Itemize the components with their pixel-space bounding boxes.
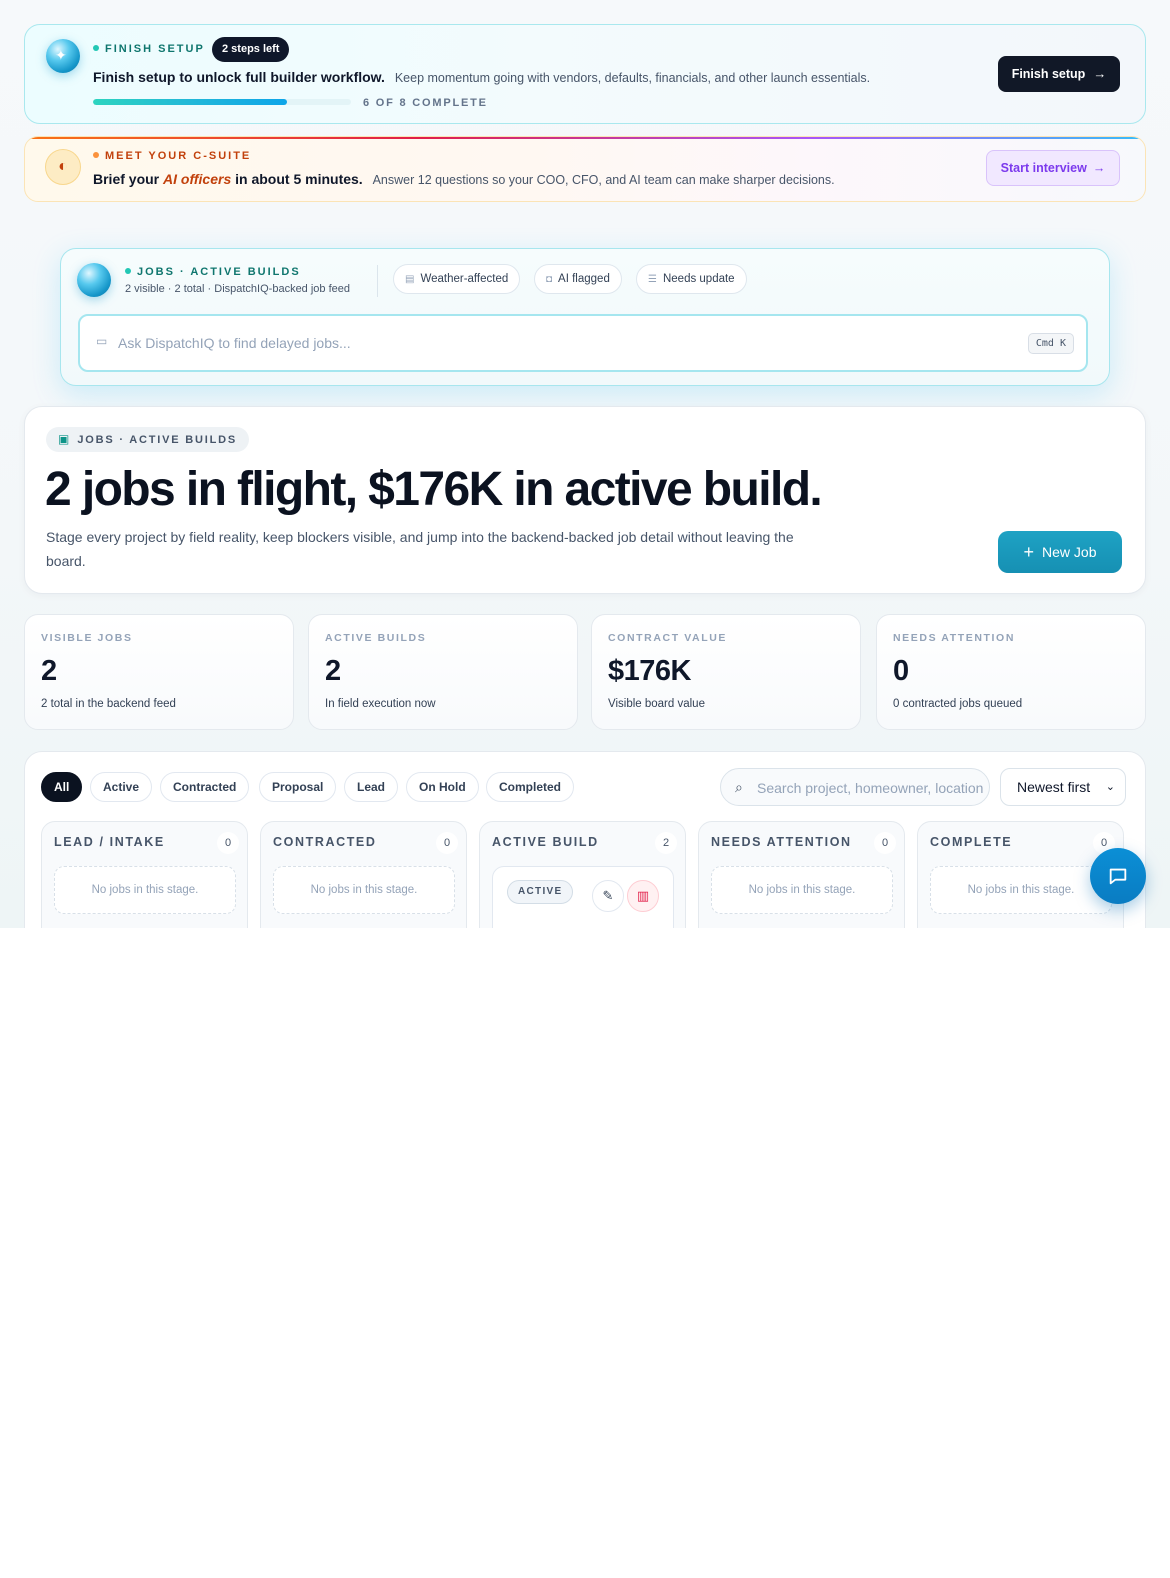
arrow-right-icon: → <box>1092 161 1106 175</box>
stat-visible-jobs: VISIBLE JOBS 2 2 total in the backend fe… <box>24 614 294 730</box>
filter-all[interactable]: All <box>41 772 83 802</box>
dispatchiq-ask-input[interactable]: ▭ Ask DispatchIQ to find delayed jobs...… <box>78 314 1088 372</box>
chip-weather-affected[interactable]: ▤ Weather-affected <box>393 264 521 294</box>
dispatchiq-command-bar: JOBS · ACTIVE BUILDS 2 visible · 2 total… <box>60 248 1110 386</box>
sort-select[interactable]: Newest first ⌄ <box>1000 768 1126 806</box>
setup-progress-fill <box>93 99 287 105</box>
new-job-button[interactable]: + New Job <box>998 531 1122 573</box>
app-viewport: ✦ FINISH SETUP 2 steps left Finish setup… <box>0 0 1170 928</box>
setup-message: Finish setup to unlock full builder work… <box>93 69 870 85</box>
status-dot <box>125 268 131 274</box>
column-count: 0 <box>874 832 896 854</box>
chip-needs-update[interactable]: ☰ Needs update <box>636 264 747 294</box>
column-count: 0 <box>217 832 239 854</box>
command-bar-subtitle: 2 visible · 2 total · DispatchIQ-backed … <box>125 283 351 295</box>
csuite-detail: Answer 12 questions so your COO, CFO, an… <box>372 173 835 187</box>
finish-setup-banner: ✦ FINISH SETUP 2 steps left Finish setup… <box>24 24 1146 124</box>
finish-setup-button[interactable]: Finish setup → <box>998 56 1120 92</box>
chevron-down-icon: ⌄ <box>1105 781 1115 793</box>
chat-fab-button[interactable] <box>1090 848 1146 904</box>
csuite-message: Brief your AI officers in about 5 minute… <box>93 171 835 187</box>
stat-needs-attention: NEEDS ATTENTION 0 0 contracted jobs queu… <box>876 614 1146 730</box>
filter-proposal[interactable]: Proposal <box>259 772 337 802</box>
column-needs-attention: NEEDS ATTENTION 0 No jobs in this stage. <box>698 821 905 928</box>
start-interview-button[interactable]: Start interview → <box>986 150 1120 186</box>
robot-icon: ◘ <box>546 274 553 285</box>
chat-bubble-icon <box>1109 868 1127 885</box>
setup-progress-label: 6 OF 8 COMPLETE <box>363 97 488 109</box>
arrow-right-icon: → <box>1093 66 1107 81</box>
filter-contracted[interactable]: Contracted <box>160 772 250 802</box>
brain-icon: ◐ <box>45 149 81 185</box>
pencil-icon: ✎ <box>602 888 614 903</box>
jobs-board: All Active Contracted Proposal Lead On H… <box>24 751 1146 928</box>
filter-lead[interactable]: Lead <box>344 772 399 802</box>
setup-eyebrow: FINISH SETUP <box>93 43 205 55</box>
search-icon: ⌕ <box>735 779 743 795</box>
sparkle-orb-icon: ✦ <box>46 39 80 73</box>
filter-active[interactable]: Active <box>90 772 153 802</box>
command-bar-eyebrow: JOBS · ACTIVE BUILDS <box>125 266 301 278</box>
setup-detail: Keep momentum going with vendors, defaul… <box>394 71 871 85</box>
divider <box>377 265 378 297</box>
hero-tag: ▣ JOBS · ACTIVE BUILDS <box>46 427 250 452</box>
column-active-build: ACTIVE BUILD 2 ACTIVE ✎ ▥ <box>479 821 686 928</box>
status-dot <box>93 152 99 158</box>
briefcase-icon: ▣ <box>58 432 70 446</box>
status-dot <box>93 45 99 51</box>
sliders-icon: ☰ <box>648 274 657 285</box>
status-badge: ACTIVE <box>507 880 574 904</box>
empty-state: No jobs in this stage. <box>273 866 455 914</box>
jobs-hero: ▣ JOBS · ACTIVE BUILDS 2 jobs in flight, … <box>24 406 1146 594</box>
empty-state: No jobs in this stage. <box>54 866 236 914</box>
empty-state: No jobs in this stage. <box>711 866 893 914</box>
setup-headline: Finish setup to unlock full builder work… <box>93 69 385 85</box>
csuite-eyebrow: MEET YOUR C-SUITE <box>93 150 251 162</box>
page-title: 2 jobs in flight, $176K in active build. <box>45 463 823 516</box>
gradient-accent-line <box>25 137 1145 139</box>
filter-completed[interactable]: Completed <box>486 772 575 802</box>
column-count: 2 <box>655 832 677 854</box>
dispatchiq-orb-icon <box>77 263 111 297</box>
csuite-banner: ◐ MEET YOUR C-SUITE Brief your AI office… <box>24 136 1146 202</box>
column-count: 0 <box>436 832 458 854</box>
chip-ai-flagged[interactable]: ◘ AI flagged <box>534 264 622 294</box>
plus-icon: + <box>1023 542 1035 562</box>
filter-on-hold[interactable]: On Hold <box>406 772 479 802</box>
column-contracted: CONTRACTED 0 No jobs in this stage. <box>260 821 467 928</box>
archive-job-button[interactable]: ▥ <box>627 880 659 912</box>
page-description: Stage every project by field reality, ke… <box>46 529 794 569</box>
edit-job-button[interactable]: ✎ <box>592 880 624 912</box>
stat-active-builds: ACTIVE BUILDS 2 In field execution now <box>308 614 578 730</box>
archive-icon: ▥ <box>636 888 650 903</box>
job-search-input[interactable]: ⌕ Search project, homeowner, location <box>720 768 990 806</box>
steps-left-badge: 2 steps left <box>212 37 290 62</box>
keyboard-shortcut: Cmd K <box>1027 333 1074 354</box>
empty-state: No jobs in this stage. <box>930 866 1112 914</box>
stat-contract-value: CONTRACT VALUE $176K Visible board value <box>591 614 861 730</box>
ask-placeholder: Ask DispatchIQ to find delayed jobs... <box>118 335 351 351</box>
calendar-icon: ▤ <box>405 274 415 285</box>
ai-officers-highlight: AI officers <box>163 171 232 187</box>
job-card[interactable]: ACTIVE ✎ ▥ <box>492 866 674 928</box>
setup-progress-bar <box>93 99 351 105</box>
column-lead-intake: LEAD / INTAKE 0 No jobs in this stage. <box>41 821 248 928</box>
message-icon: ▭ <box>96 334 108 348</box>
